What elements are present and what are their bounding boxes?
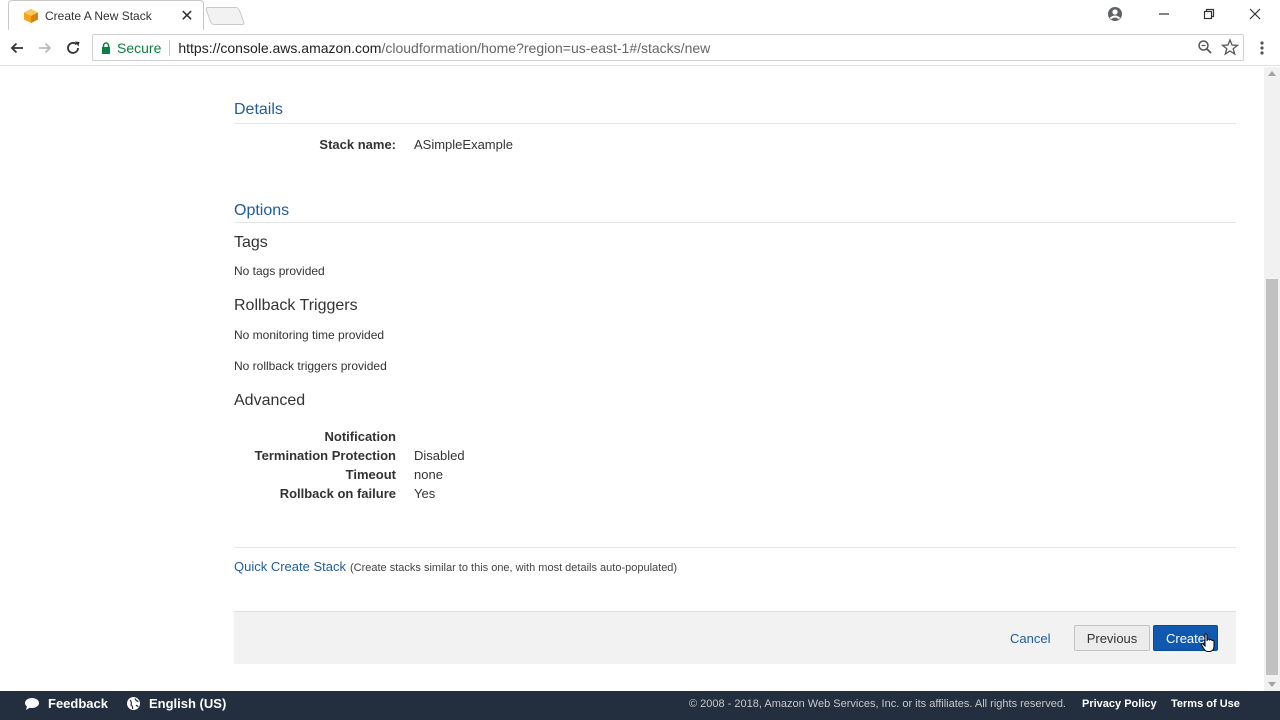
rollback-triggers-text: No rollback triggers provided [234,359,387,373]
quick-create-divider [234,547,1236,548]
aws-cube-icon [24,8,38,23]
details-section-title: Details [234,101,283,118]
timeout-label: Timeout [345,467,396,482]
options-divider [234,222,1236,223]
stack-name-value: ASimpleExample [414,137,513,152]
zoom-icon[interactable] [1197,39,1213,55]
wizard-action-bar: Cancel Previous Create [234,611,1236,664]
url-path: /cloudformation/home?region=us-east-1#/s… [381,39,711,56]
rollback-triggers-title: Rollback Triggers [234,297,358,314]
monitoring-text: No monitoring time provided [234,328,385,342]
feedback-label: Feedback [48,696,108,711]
language-selector[interactable]: English (US) [126,696,226,711]
back-arrow-icon[interactable] [5,36,29,60]
minimize-icon[interactable] [1149,3,1179,25]
forward-arrow-icon[interactable] [33,36,57,60]
review-content: Details Stack name: ASimpleExample Optio… [234,67,1236,687]
browser-menu-icon[interactable] [1252,38,1272,58]
lock-icon [102,41,110,54]
tab-close-icon[interactable]: ✕ [177,6,197,26]
window-close-icon[interactable] [1240,3,1270,25]
quick-create-stack-link[interactable]: Quick Create Stack [234,559,346,574]
termination-protection-label: Termination Protection [254,448,396,463]
secure-label: Secure [117,39,171,56]
tab-title: Create A New Stack [45,8,152,23]
reload-icon[interactable] [61,36,85,60]
terms-of-use-link[interactable]: Terms of Use [1171,698,1240,710]
browser-titlebar: Create A New Stack ✕ [0,0,1280,30]
globe-icon [127,697,140,710]
quick-create-note: (Create stacks similar to this one, with… [350,562,678,574]
url-text: https://console.aws.amazon.com/cloudform… [178,40,710,56]
rollback-on-failure-value: Yes [414,486,436,501]
feedback-button[interactable]: Feedback [24,696,108,711]
speech-bubble-icon [25,697,39,710]
tags-text: No tags provided [234,264,325,278]
timeout-value: none [414,467,443,482]
scroll-down-arrow-icon[interactable] [1268,682,1276,687]
tags-title: Tags [234,234,268,251]
scroll-up-arrow-icon[interactable] [1268,71,1276,76]
previous-button[interactable]: Previous [1074,625,1150,651]
url-host: https://console.aws.amazon.com [178,39,382,56]
cancel-button[interactable]: Cancel [1010,625,1050,651]
advanced-title: Advanced [234,392,306,409]
privacy-policy-link[interactable]: Privacy Policy [1082,698,1157,710]
browser-toolbar: Secure https://console.aws.amazon.com/cl… [0,30,1280,66]
language-label: English (US) [149,696,227,711]
restore-icon[interactable] [1194,3,1224,25]
browser-tab[interactable]: Create A New Stack ✕ [8,0,204,30]
page-scrollbar[interactable] [1264,67,1280,691]
stack-name-label: Stack name: [319,137,396,152]
notification-label: Notification [324,429,397,444]
profile-icon[interactable] [1100,3,1130,25]
address-bar[interactable]: Secure https://console.aws.amazon.com/cl… [92,34,1244,61]
new-tab-button[interactable] [204,7,246,25]
hand-cursor-icon [1200,633,1215,652]
rollback-on-failure-label: Rollback on failure [279,486,396,501]
termination-protection-value: Disabled [414,448,465,463]
copyright-text: © 2008 - 2018, Amazon Web Services, Inc.… [689,698,1066,710]
options-section-title: Options [234,202,290,219]
details-divider [234,123,1236,124]
bookmark-star-icon[interactable] [1221,38,1239,56]
console-footer: Feedback English (US) © 2008 - 2018, Ama… [0,691,1280,720]
scroll-thumb[interactable] [1266,279,1278,675]
